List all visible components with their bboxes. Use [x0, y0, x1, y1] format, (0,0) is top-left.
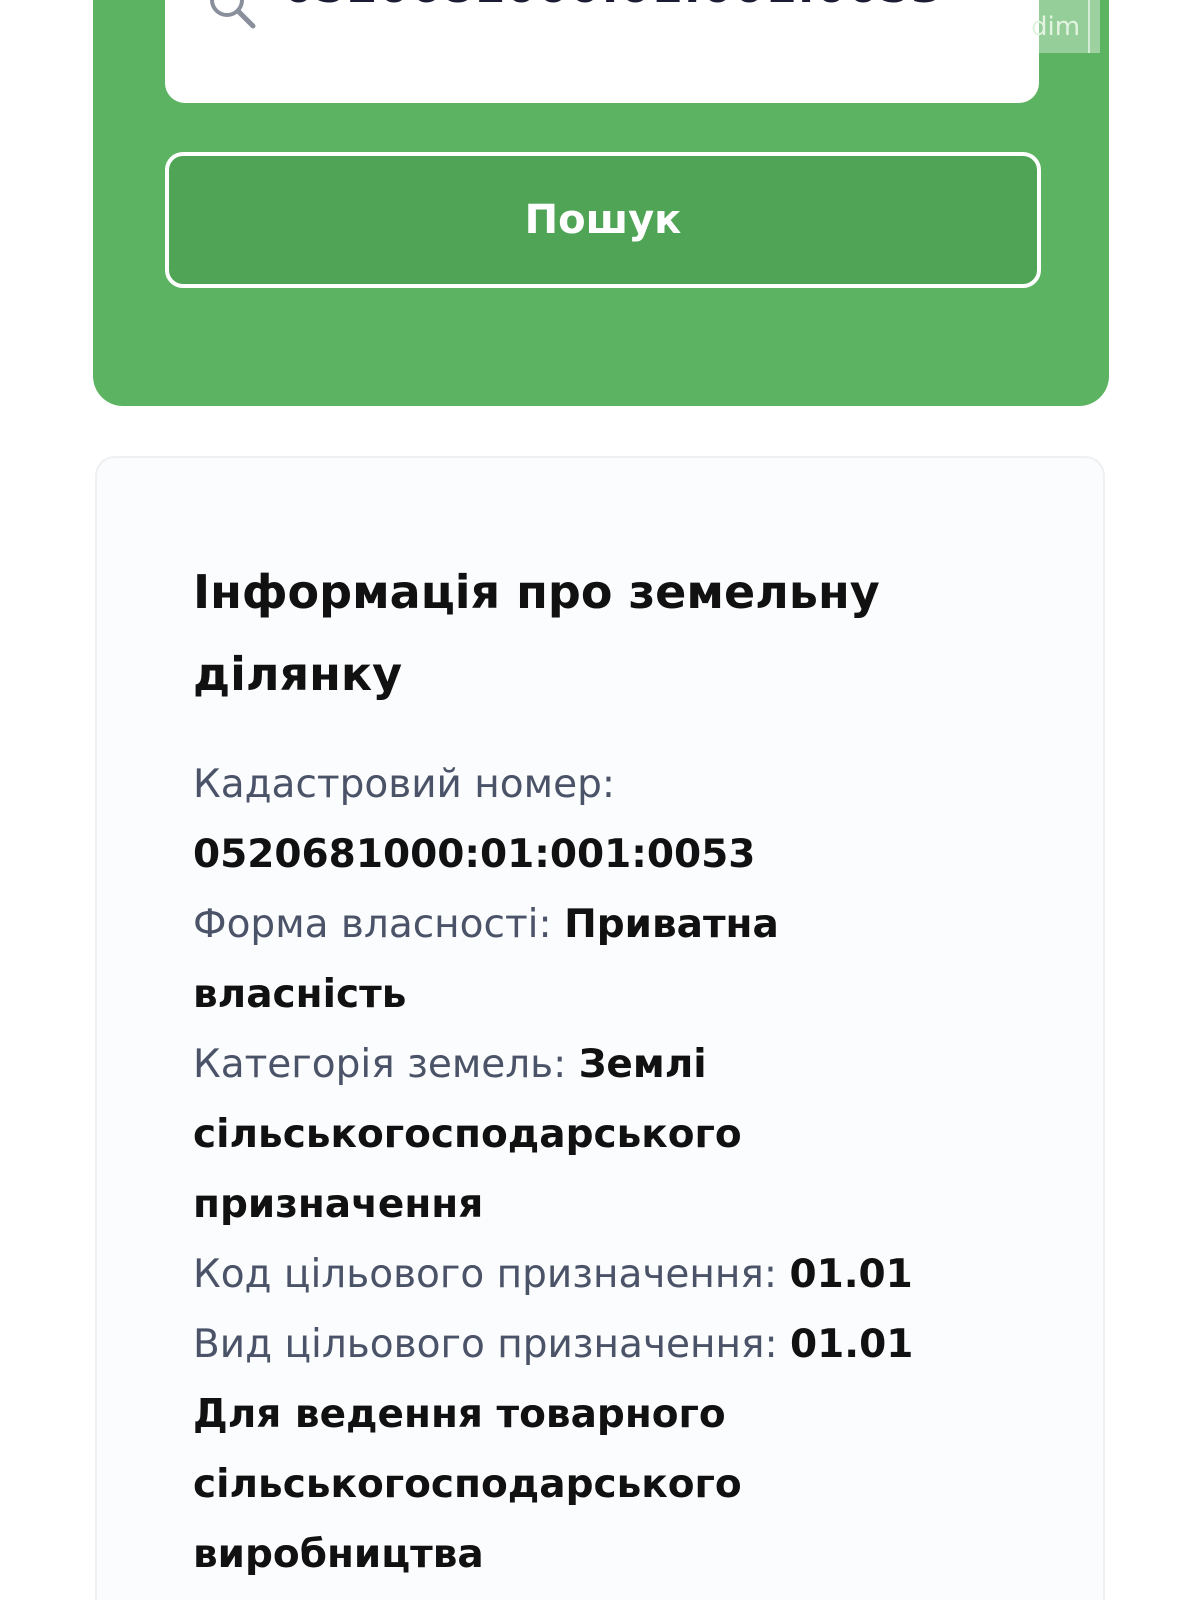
search-input[interactable]: 0520681000:01:001:0053	[165, 0, 1039, 103]
land-info-card: Інформація про земельну ділянку Кадастро…	[95, 456, 1105, 1600]
info-label: Категорія земель:	[193, 1042, 579, 1087]
cut-off-chip: dim	[1027, 0, 1101, 53]
cut-off-chip-edge	[1090, 0, 1101, 53]
info-value: 01.01	[789, 1252, 913, 1297]
cut-off-chip-text: dim	[1027, 0, 1091, 53]
info-card-title: Інформація про земельну ділянку	[193, 565, 880, 701]
search-button[interactable]: Пошук	[165, 152, 1041, 288]
search-input-value: 0520681000:01:001:0053	[283, 0, 943, 13]
info-row-cadastral-number: Кадастровий номер: 0520681000:01:001:005…	[193, 750, 983, 890]
info-label: Код цільового призначення:	[193, 1252, 790, 1297]
info-label: Кадастровий номер:	[193, 762, 615, 807]
search-panel: 0520681000:01:001:0053 dim Пошук	[93, 0, 1109, 406]
info-row-purpose-type: Вид цільового призначення: 01.01 Для вед…	[193, 1310, 983, 1590]
info-row-ownership-form: Форма власності: Приватна власність	[193, 890, 983, 1030]
info-label: Форма власності:	[193, 902, 565, 947]
page: 0520681000:01:001:0053 dim Пошук Інформа…	[0, 0, 1200, 1600]
info-row-purpose-code: Код цільового призначення: 01.01	[193, 1240, 983, 1310]
search-icon	[210, 0, 256, 29]
info-row-land-category: Категорія земель: Землі сільськогосподар…	[193, 1030, 983, 1240]
search-button-label: Пошук	[524, 197, 682, 243]
info-value: 0520681000:01:001:0053	[193, 832, 756, 877]
info-label: Вид цільового призначення:	[193, 1322, 790, 1367]
info-list: Кадастровий номер: 0520681000:01:001:005…	[193, 750, 983, 1590]
